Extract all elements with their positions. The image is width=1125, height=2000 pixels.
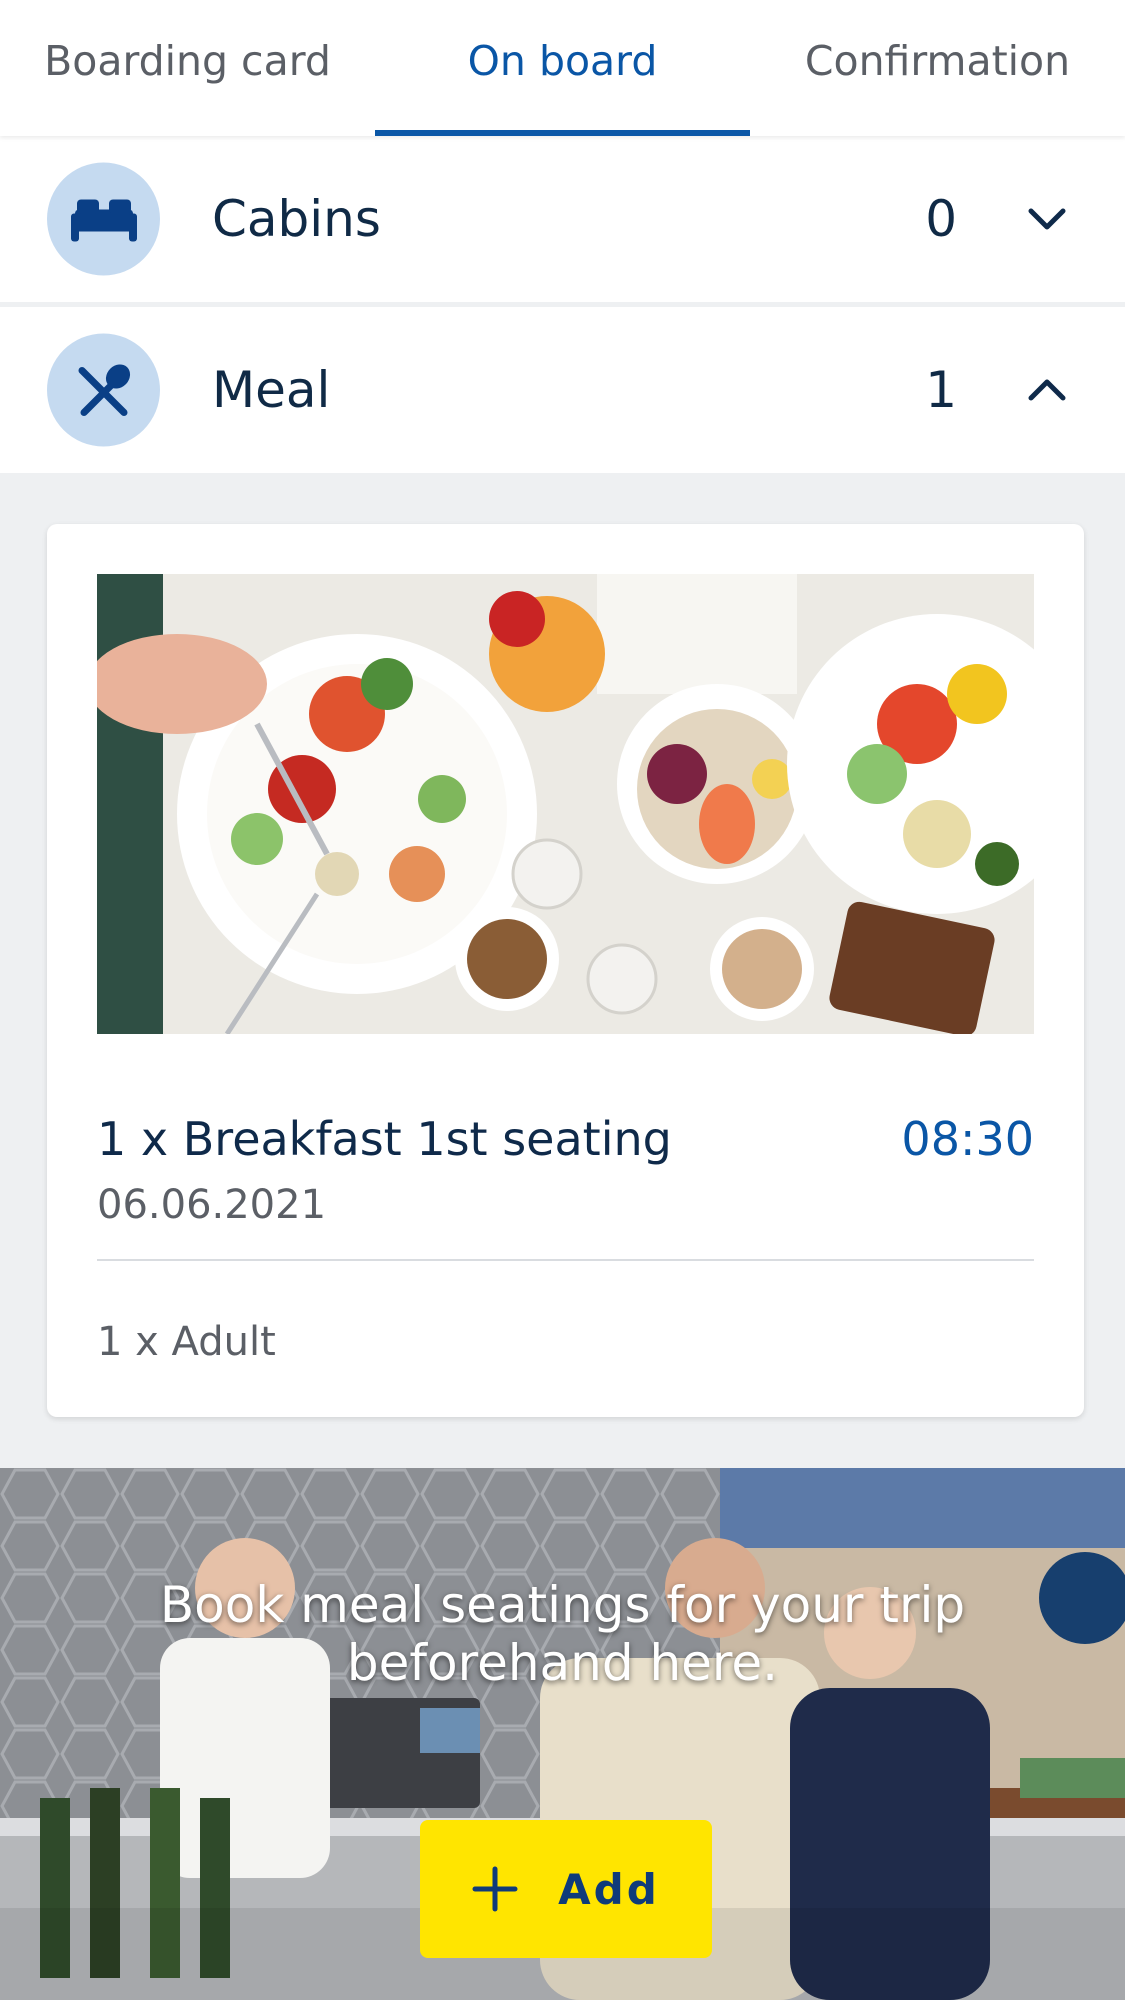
tab-bar: Boarding card On board Confirmation [0, 0, 1125, 136]
bed-icon [47, 162, 160, 276]
breakfast-photo [97, 574, 1034, 1034]
cutlery-icon [47, 333, 160, 447]
cabins-label: Cabins [212, 190, 381, 248]
meal-section-header[interactable]: Meal 1 [0, 307, 1125, 473]
chevron-up-icon[interactable] [1027, 370, 1067, 410]
tab-on-board[interactable]: On board [375, 0, 750, 136]
banner-text-line2: beforehand here. [346, 1634, 779, 1692]
add-button-label: Add [558, 1864, 660, 1914]
banner-text: Book meal seatings for your trip beforeh… [0, 1576, 1125, 1692]
banner-text-line1: Book meal seatings for your trip [159, 1576, 966, 1634]
plus-icon [472, 1866, 518, 1912]
cabins-count: 0 [925, 190, 957, 248]
add-meal-button[interactable]: Add [420, 1820, 712, 1958]
passenger-count: 1 x Adult [97, 1319, 276, 1365]
meal-booking-card: 1 x Breakfast 1st seating 08:30 06.06.20… [47, 524, 1084, 1417]
cabins-section-header[interactable]: Cabins 0 [0, 136, 1125, 302]
meal-promo-banner: Book meal seatings for your trip beforeh… [0, 1468, 1125, 2000]
meal-label: Meal [212, 361, 331, 419]
tab-confirmation[interactable]: Confirmation [750, 0, 1125, 136]
meal-item-date: 06.06.2021 [97, 1182, 327, 1228]
meal-item-title: 1 x Breakfast 1st seating [97, 1112, 672, 1166]
meal-count: 1 [925, 361, 957, 419]
meal-item-time: 08:30 [901, 1112, 1034, 1166]
tab-boarding-card[interactable]: Boarding card [0, 0, 375, 136]
chevron-down-icon[interactable] [1027, 199, 1067, 239]
divider [97, 1259, 1034, 1261]
